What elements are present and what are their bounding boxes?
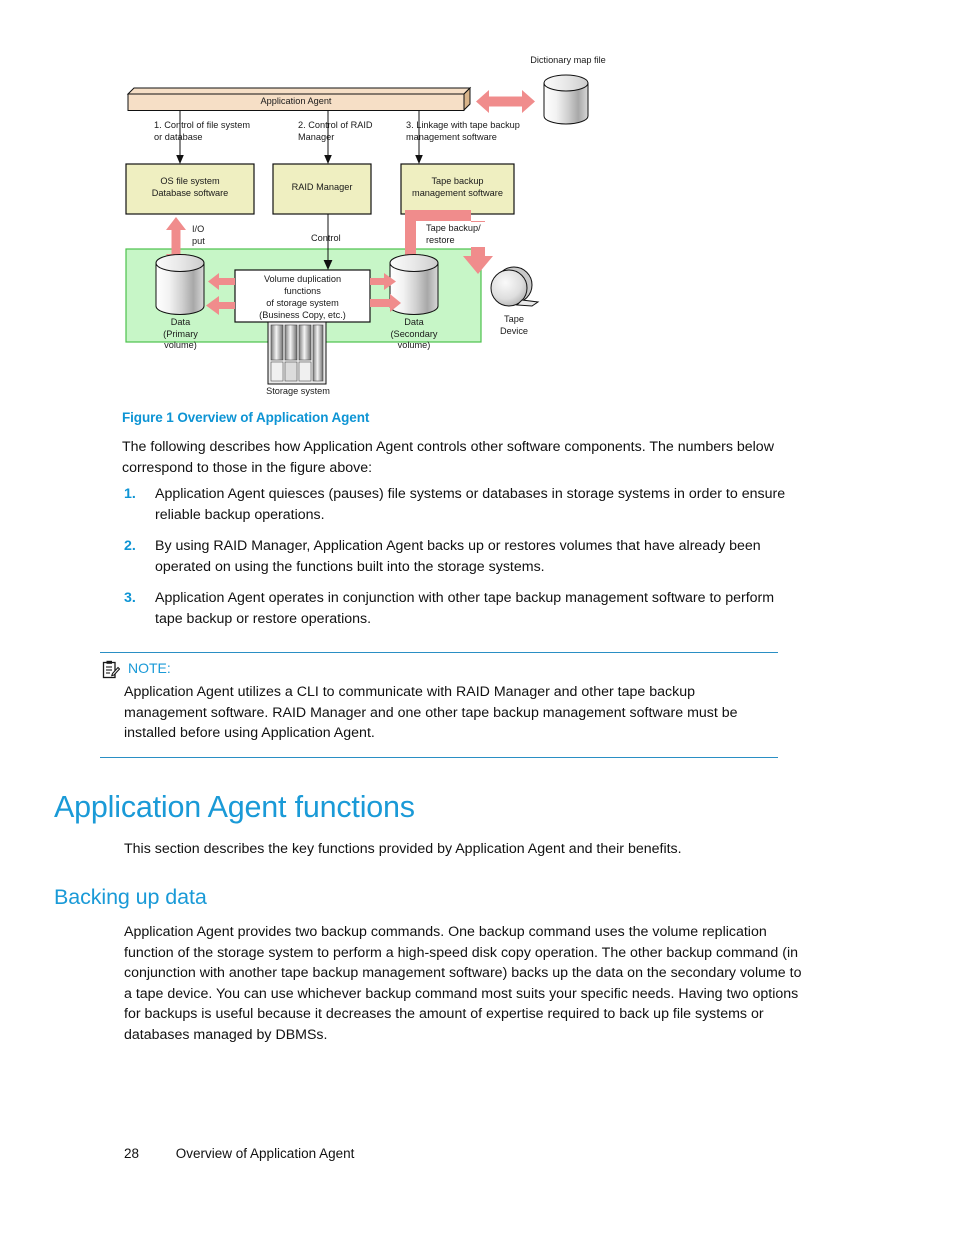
backing-up-data-body: Application Agent provides two backup co…	[124, 924, 802, 1043]
control-label: Control	[311, 233, 341, 243]
list-item-text: By using RAID Manager, Application Agent…	[155, 538, 761, 575]
page-title-application-agent-functions: Application Agent functions	[54, 790, 415, 824]
dictionary-map-file-cylinder	[543, 74, 589, 125]
connector-label-1: 1. Control of file system or database	[154, 120, 250, 142]
list-item-text: Application Agent operates in conjunctio…	[155, 590, 775, 627]
list-item-text: Application Agent quiesces (pauses) file…	[155, 486, 786, 523]
tape-device-label: Tape Device	[499, 314, 529, 336]
page-footer: 28 Overview of Application Agent	[124, 1146, 354, 1161]
storage-system-label: Storage system	[266, 386, 330, 396]
io-label: I/O put	[192, 224, 205, 246]
numbered-list: 1. Application Agent quiesces (pauses) f…	[122, 484, 802, 640]
connector-label-2: 2. Control of RAID Manager	[298, 120, 373, 142]
application-agent-functions-body: This section describes the key functions…	[124, 841, 682, 857]
list-item-number: 3.	[124, 590, 136, 606]
application-agent-label: Application Agent	[260, 96, 332, 106]
figure-overview-application-agent: Dictionary map file Application Agent 1.…	[118, 50, 618, 402]
section-heading-backing-up-data: Backing up data	[54, 885, 207, 909]
note-top-divider	[100, 652, 778, 654]
note-callout: NOTE: Application Agent utilizes a CLI t…	[100, 652, 778, 759]
list-item: 1. Application Agent quiesces (pauses) f…	[122, 484, 802, 525]
tape-device-reel	[490, 266, 540, 307]
data-primary-volume-cylinder	[155, 254, 205, 315]
os-file-system-label: OS file system Database software	[151, 176, 229, 198]
footer-chapter: Overview of Application Agent	[175, 1146, 355, 1161]
list-item: 2. By using RAID Manager, Application Ag…	[122, 536, 802, 577]
figure-caption: Figure 1 Overview of Application Agent	[122, 410, 370, 425]
data-secondary-volume-label: Data (Secondary volume)	[390, 317, 438, 350]
note-clipboard-icon	[102, 660, 121, 679]
intro-paragraph: The following describes how Application …	[122, 439, 774, 476]
connector-label-3: 3. Linkage with tape backup management s…	[406, 120, 520, 142]
tape-backup-restore-label: Tape backup/ restore	[424, 222, 516, 247]
note-header: NOTE:	[100, 660, 778, 679]
note-text: Application Agent utilizes a CLI to comm…	[124, 684, 738, 742]
volume-duplication-label: Volume duplication functions of storage …	[259, 274, 346, 320]
raid-manager-label: RAID Manager	[291, 182, 353, 192]
list-item-number: 1.	[124, 486, 136, 502]
list-item: 3. Application Agent operates in conjunc…	[122, 588, 802, 629]
dictionary-map-file-label: Dictionary map file	[530, 55, 606, 65]
storage-system-rack	[267, 321, 327, 385]
note-bottom-divider	[100, 756, 778, 759]
list-item-number: 2.	[124, 538, 136, 554]
note-label: NOTE:	[128, 660, 171, 677]
footer-page-number: 28	[124, 1146, 140, 1161]
data-primary-volume-label: Data (Primary volume)	[163, 317, 198, 350]
agent-dictionary-arrow	[476, 90, 535, 113]
tape-backup-software-label: Tape backup management software	[412, 176, 503, 198]
